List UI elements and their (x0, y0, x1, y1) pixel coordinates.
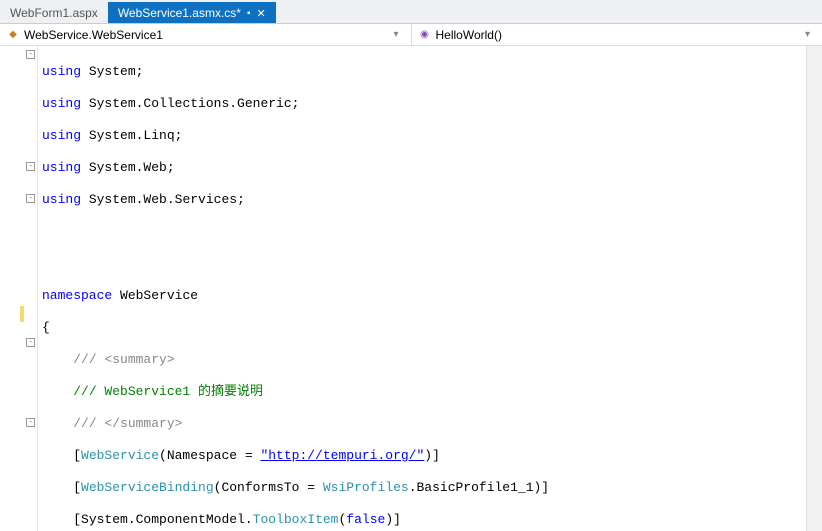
editor-margin: - - - - - (0, 46, 38, 531)
nav-bar: ◆ WebService.WebService1 ▾ ◉ HelloWorld(… (0, 24, 822, 46)
method-icon: ◉ (418, 28, 432, 42)
type-name: WebService.WebService1 (24, 28, 163, 42)
class-icon: ◆ (6, 28, 20, 42)
member-dropdown[interactable]: ◉ HelloWorld() ▾ (412, 24, 822, 45)
tab-webform[interactable]: WebForm1.aspx (0, 2, 108, 23)
tab-label: WebService1.asmx.cs* (118, 6, 241, 20)
chevron-down-icon: ▾ (393, 29, 404, 40)
code-area[interactable]: using System; using System.Collections.G… (38, 46, 806, 531)
change-marker (20, 306, 24, 322)
fold-toggle[interactable]: - (26, 50, 35, 59)
fold-toggle[interactable]: - (26, 194, 35, 203)
close-icon[interactable]: ✕ (257, 7, 266, 20)
chevron-down-icon: ▾ (805, 29, 816, 40)
code-editor[interactable]: - - - - - using System; using System.Col… (0, 46, 822, 531)
type-dropdown[interactable]: ◆ WebService.WebService1 ▾ (0, 24, 412, 45)
fold-toggle[interactable]: - (26, 418, 35, 427)
tab-strip: WebForm1.aspx WebService1.asmx.cs* ▪ ✕ (0, 0, 822, 24)
member-name: HelloWorld() (436, 28, 502, 42)
tab-webservice[interactable]: WebService1.asmx.cs* ▪ ✕ (108, 2, 276, 23)
fold-toggle[interactable]: - (26, 338, 35, 347)
tab-label: WebForm1.aspx (10, 6, 98, 20)
pin-icon[interactable]: ▪ (247, 8, 251, 19)
fold-toggle[interactable]: - (26, 162, 35, 171)
vertical-scrollbar[interactable] (806, 46, 822, 531)
